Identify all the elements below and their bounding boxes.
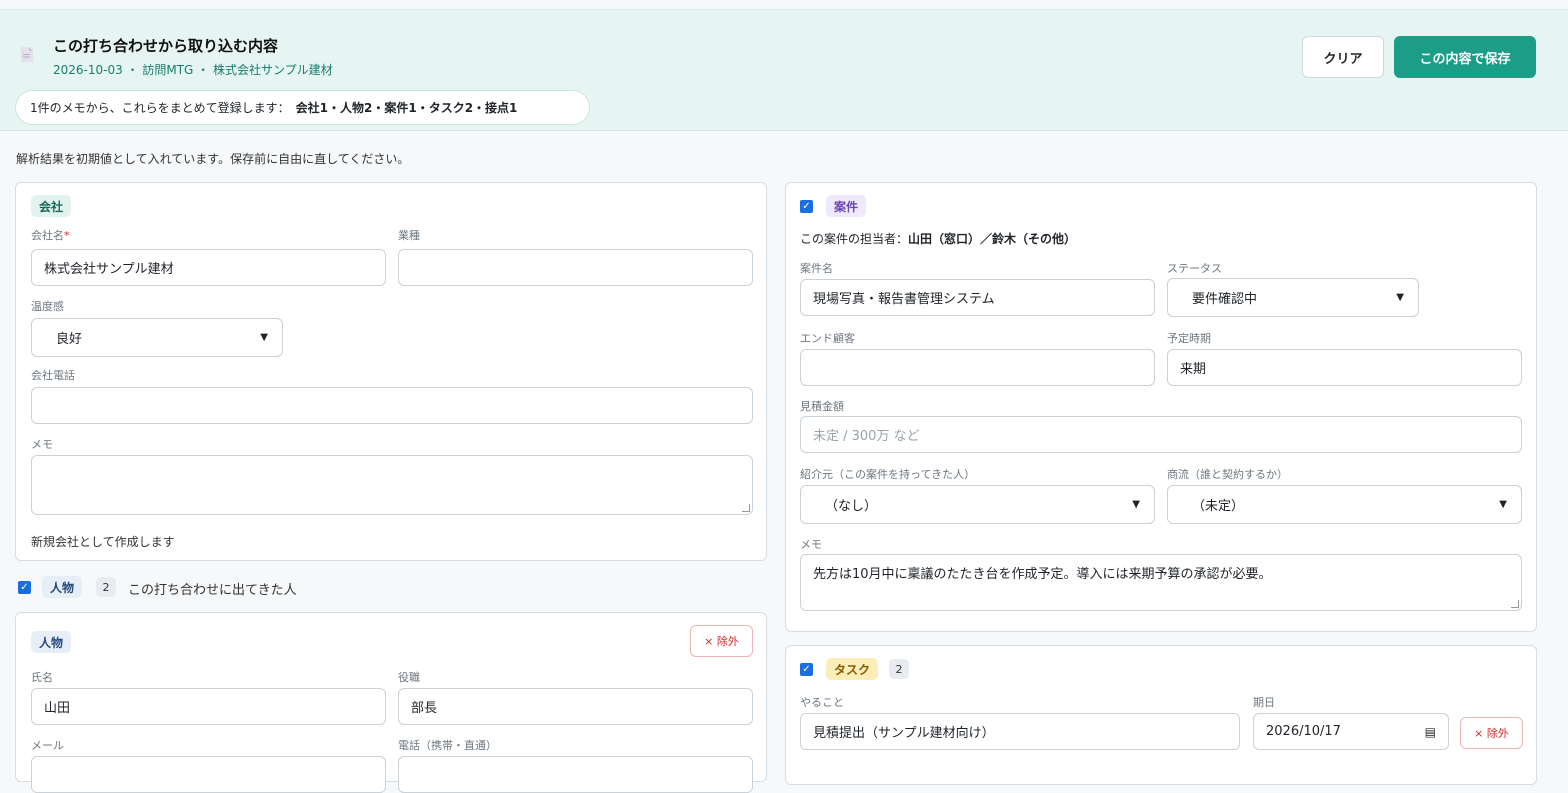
resize-handle[interactable] bbox=[1511, 600, 1519, 608]
person-name-label: 氏名 bbox=[31, 671, 53, 684]
deal-memo-textarea[interactable]: 先方は10月中に稟議のたたき台を作成予定。導入には来期予算の承認が必要。 bbox=[800, 554, 1522, 611]
deal-name-label: 案件名 bbox=[800, 262, 833, 275]
deal-tag: 案件 bbox=[826, 195, 867, 217]
referrer-label: 紹介元（この案件を持ってきた人） bbox=[800, 468, 976, 481]
estimate-label: 見積金額 bbox=[800, 400, 844, 413]
company-tag: 会社 bbox=[31, 195, 72, 217]
end-customer-input[interactable] bbox=[800, 349, 1155, 386]
deal-card: ✓ 案件 この案件の担当者：山田（窓口）／鈴木（その他） 案件名 現場写真・報告… bbox=[785, 182, 1537, 632]
end-customer-label: エンド顧客 bbox=[800, 332, 855, 345]
document-icon bbox=[21, 47, 33, 62]
person-phone-input[interactable] bbox=[398, 756, 753, 793]
person-email-input[interactable] bbox=[31, 756, 386, 793]
person-title-label: 役職 bbox=[398, 671, 420, 684]
deal-memo-label: メモ bbox=[800, 538, 822, 551]
people-tag: 人物 bbox=[42, 576, 83, 598]
person-phone-label: 電話（携帯・直通） bbox=[398, 739, 497, 752]
due-label: 期日 bbox=[1253, 696, 1275, 709]
summary-prefix: 1件のメモから、これらをまとめて登録します： bbox=[30, 101, 290, 115]
company-phone-input[interactable] bbox=[31, 387, 753, 424]
notice-text: 解析結果を初期値として入れています。保存前に自由に直してください。 bbox=[16, 152, 410, 166]
referrer-select[interactable]: （なし） ▼ bbox=[800, 485, 1155, 524]
tasks-count: 2 bbox=[889, 659, 909, 679]
page-title: この打ち合わせから取り込む内容 bbox=[53, 37, 279, 55]
deal-owner-value: 山田（窓口）／鈴木（その他） bbox=[908, 232, 1077, 246]
deal-owner: この案件の担当者：山田（窓口）／鈴木（その他） bbox=[800, 232, 1077, 246]
company-phone-label: 会社電話 bbox=[31, 369, 75, 382]
due-value: 2026/10/17 bbox=[1266, 724, 1341, 739]
people-count: 2 bbox=[96, 577, 116, 597]
estimate-input[interactable]: 未定 / 300万 など bbox=[800, 416, 1522, 453]
remove-person-button[interactable]: × 除外 bbox=[690, 625, 753, 657]
tasks-card: ✓ タスク 2 やること 見積提出（サンプル建材向け） 期日 2026/10/1… bbox=[785, 645, 1537, 785]
channel-select[interactable]: （未定） ▼ bbox=[1167, 485, 1522, 524]
meeting-subtitle: 2026-10-03 ・ 訪問MTG ・ 株式会社サンプル建材 bbox=[53, 63, 333, 77]
chevron-down-icon: ▼ bbox=[1132, 499, 1140, 510]
tasks-checkbox[interactable]: ✓ bbox=[800, 663, 813, 676]
chevron-down-icon: ▼ bbox=[1499, 499, 1507, 510]
remove-task-button[interactable]: × 除外 bbox=[1460, 717, 1523, 749]
industry-input[interactable] bbox=[398, 249, 753, 286]
chevron-down-icon: ▼ bbox=[1396, 292, 1404, 303]
temperature-label: 温度感 bbox=[31, 300, 64, 313]
person-email-label: メール bbox=[31, 739, 64, 752]
referrer-value: （なし） bbox=[825, 499, 878, 514]
summary-pill: 1件のメモから、これらをまとめて登録します： 会社1・人物2・案件1・タスク2・… bbox=[15, 90, 590, 125]
channel-value: （未定） bbox=[1192, 499, 1245, 514]
company-memo-textarea[interactable] bbox=[31, 455, 753, 515]
save-button[interactable]: この内容で保存 bbox=[1394, 36, 1536, 78]
deal-status-label: ステータス bbox=[1167, 262, 1222, 275]
tasks-tag: タスク bbox=[826, 658, 879, 680]
person-tag: 人物 bbox=[31, 631, 72, 653]
temperature-value: 良好 bbox=[56, 332, 83, 347]
company-name-input[interactable]: 株式会社サンプル建材 bbox=[31, 249, 386, 286]
temperature-select[interactable]: 良好 ▼ bbox=[31, 318, 283, 357]
deal-status-select[interactable]: 要件確認中 ▼ bbox=[1167, 278, 1419, 317]
company-memo-label: メモ bbox=[31, 438, 53, 451]
calendar-icon[interactable]: ▤ bbox=[1425, 725, 1436, 739]
todo-label: やること bbox=[800, 696, 844, 709]
summary-items: 会社1・人物2・案件1・タスク2・接点1 bbox=[295, 101, 518, 115]
new-company-note: 新規会社として作成します bbox=[31, 535, 175, 549]
schedule-label: 予定時期 bbox=[1167, 332, 1211, 345]
company-card: 会社 会社名* 株式会社サンプル建材 業種 温度感 良好 ▼ 会社電話 メモ 新… bbox=[15, 182, 767, 561]
deal-checkbox[interactable]: ✓ bbox=[800, 200, 813, 213]
schedule-input[interactable]: 来期 bbox=[1167, 349, 1522, 386]
industry-label: 業種 bbox=[398, 229, 420, 242]
person-title-input[interactable]: 部長 bbox=[398, 688, 753, 725]
people-checkbox[interactable]: ✓ bbox=[18, 581, 31, 594]
channel-label: 商流（誰と契約するか） bbox=[1167, 468, 1288, 481]
required-mark: * bbox=[64, 229, 70, 242]
chevron-down-icon: ▼ bbox=[260, 332, 268, 343]
todo-input[interactable]: 見積提出（サンプル建材向け） bbox=[800, 713, 1240, 750]
company-name-label: 会社名* bbox=[31, 229, 70, 242]
person-card: 人物 × 除外 氏名 山田 役職 部長 メール 電話（携帯・直通） bbox=[15, 612, 767, 793]
deal-status-value: 要件確認中 bbox=[1192, 292, 1258, 307]
resize-handle[interactable] bbox=[742, 504, 750, 512]
person-name-input[interactable]: 山田 bbox=[31, 688, 386, 725]
deal-name-input[interactable]: 現場写真・報告書管理システム bbox=[800, 279, 1155, 316]
people-caption: この打ち合わせに出てきた人 bbox=[128, 583, 297, 598]
clear-button[interactable]: クリア bbox=[1302, 36, 1384, 78]
import-header: この打ち合わせから取り込む内容 2026-10-03 ・ 訪問MTG ・ 株式会… bbox=[0, 9, 1568, 131]
due-date-input[interactable]: 2026/10/17 ▤ bbox=[1253, 713, 1449, 750]
